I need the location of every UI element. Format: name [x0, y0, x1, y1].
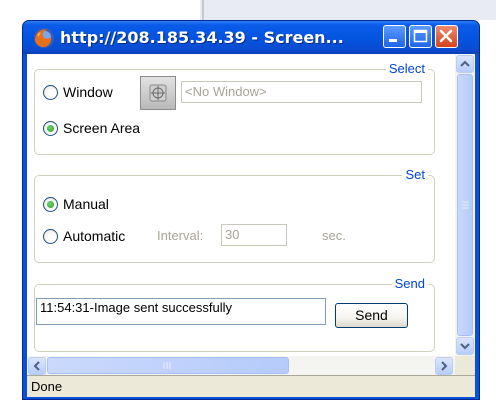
window-radio[interactable]: [43, 85, 58, 100]
screen-area-radio-label[interactable]: Screen Area: [63, 120, 140, 136]
select-group: Select Window <No Window> Screen Area: [34, 62, 435, 155]
background-toolbar: [200, 0, 496, 20]
manual-radio-label[interactable]: Manual: [63, 196, 109, 212]
scroll-left-button[interactable]: [28, 357, 46, 375]
automatic-radio-label[interactable]: Automatic: [63, 228, 125, 244]
automatic-radio[interactable]: [43, 229, 58, 244]
vertical-scroll-thumb[interactable]: [457, 74, 473, 336]
horizontal-scrollbar[interactable]: [27, 356, 455, 375]
window-title: http://208.185.34.39 - Screen...: [60, 28, 344, 47]
scroll-down-button[interactable]: [456, 337, 474, 355]
scroll-right-button[interactable]: [435, 357, 453, 375]
set-group-legend: Set: [402, 168, 428, 182]
set-group: Set Manual Automatic Interval: 30 sec.: [34, 168, 435, 263]
send-group-legend: Send: [391, 277, 428, 291]
vertical-scrollbar[interactable]: [455, 54, 475, 356]
minimize-icon: [389, 39, 397, 42]
horizontal-scroll-thumb[interactable]: [47, 357, 289, 374]
interval-unit-label: sec.: [322, 228, 346, 243]
popup-window: http://208.185.34.39 - Screen... Select …: [22, 20, 480, 400]
title-bar[interactable]: http://208.185.34.39 - Screen...: [23, 21, 479, 54]
select-group-legend: Select: [385, 62, 428, 76]
minimize-button[interactable]: [383, 25, 406, 48]
scrollbar-corner: [455, 356, 475, 375]
maximize-icon: [413, 29, 428, 43]
interval-label: Interval:: [157, 228, 204, 243]
status-message-field[interactable]: 11:54:31-Image sent successfully: [36, 298, 326, 325]
window-radio-label[interactable]: Window: [63, 84, 113, 100]
status-text: Done: [31, 379, 63, 394]
status-bar: Done: [27, 375, 475, 397]
grip-icon: [163, 362, 171, 369]
chevron-down-icon: [460, 343, 470, 350]
close-button[interactable]: [435, 25, 458, 48]
chevron-left-icon: [33, 361, 40, 371]
send-group: Send 11:54:31-Image sent successfully Se…: [34, 277, 435, 352]
scroll-up-button[interactable]: [456, 55, 474, 73]
send-button[interactable]: Send: [335, 303, 408, 328]
manual-radio[interactable]: [43, 197, 58, 212]
screen-area-radio[interactable]: [43, 121, 58, 136]
chevron-right-icon: [441, 361, 448, 371]
client-area: Select Window <No Window> Screen Area Se…: [27, 54, 455, 356]
firefox-icon: [33, 27, 55, 49]
maximize-button[interactable]: [409, 25, 432, 48]
window-picker-button[interactable]: [140, 76, 176, 110]
background-divider: [202, 0, 204, 22]
crosshair-icon: [149, 84, 167, 102]
grip-icon: [462, 201, 469, 209]
background-page: [0, 0, 22, 400]
interval-field[interactable]: 30: [221, 224, 287, 246]
close-icon: [439, 29, 453, 43]
chevron-up-icon: [460, 60, 470, 67]
window-content: Select Window <No Window> Screen Area Se…: [27, 54, 475, 397]
window-name-field[interactable]: <No Window>: [181, 81, 422, 103]
